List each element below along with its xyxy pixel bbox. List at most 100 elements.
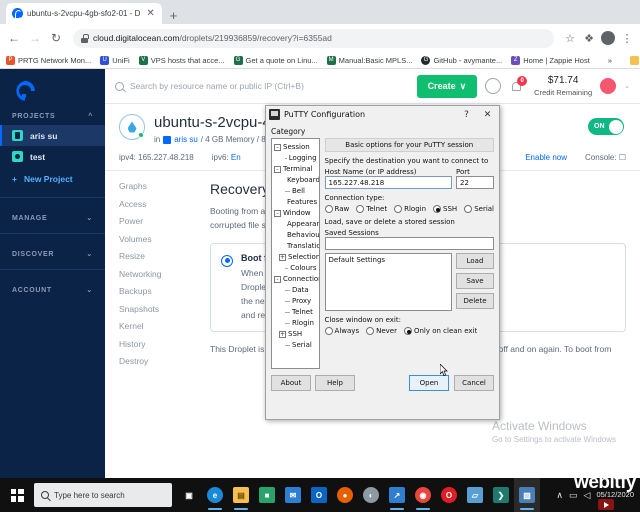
forward-icon[interactable]: → <box>27 30 43 46</box>
taskbar-search-input[interactable]: Type here to search <box>34 483 172 507</box>
tree-item-ssh[interactable]: + SSH <box>274 329 317 340</box>
putty-configuration-dialog[interactable]: PuTTY Configuration ? ✕ Category - Sessio… <box>265 105 500 420</box>
collapse-toggle-icon[interactable]: - <box>274 144 281 151</box>
taskbar-store-icon[interactable]: ■ <box>254 478 280 512</box>
session-list-item[interactable]: Default Settings <box>329 256 448 264</box>
nav-item-destroy[interactable]: Destroy <box>119 356 210 366</box>
enable-now-link[interactable]: Enable now <box>525 153 567 162</box>
tree-item-keyboard[interactable]: Keyboard <box>274 175 319 186</box>
tree-item-translation[interactable]: Translation <box>274 241 319 252</box>
nav-item-history[interactable]: History <box>119 339 210 349</box>
console-block[interactable]: Console: ☐ <box>585 153 626 162</box>
taskbar-edge-icon[interactable]: e <box>202 478 228 512</box>
sidebar-section-manage[interactable]: MANAGE ⌄ <box>0 204 105 227</box>
taskbar-firefox-icon[interactable]: ● <box>332 478 358 512</box>
expand-toggle-icon[interactable]: + <box>279 331 286 338</box>
saved-sessions-input[interactable] <box>324 237 494 250</box>
new-project-button[interactable]: + New Project <box>0 167 105 191</box>
save-button[interactable]: Save <box>456 273 494 289</box>
sidebar-section-discover[interactable]: DISCOVER ⌄ <box>0 240 105 263</box>
tree-item-session[interactable]: - Session <box>274 142 317 153</box>
collapse-toggle-icon[interactable]: - <box>274 210 281 217</box>
nav-item-backups[interactable]: Backups <box>119 286 210 296</box>
delete-button[interactable]: Delete <box>456 293 494 309</box>
tree-item-window[interactable]: - Window <box>274 208 317 219</box>
bookmark-item[interactable]: Z Home | Zappie Host <box>511 55 590 65</box>
close-icon[interactable]: ✕ <box>479 110 496 120</box>
taskbar-chrome-icon[interactable]: ◉ <box>410 478 436 512</box>
droplet-project-link[interactable]: aris su <box>174 135 198 144</box>
chrome-menu-icon[interactable]: ⋮ <box>620 31 634 45</box>
user-avatar[interactable] <box>600 78 617 94</box>
radio-serial[interactable]: Serial <box>464 205 494 213</box>
bookmark-item[interactable]: G Get a quote on Linu... <box>233 55 318 65</box>
taskbar-task-view-icon[interactable]: ▣ <box>176 478 202 512</box>
tree-item-selection[interactable]: + Selection <box>274 252 319 263</box>
browser-tab[interactable]: ubuntu-s-2vcpu-4gb-sfo2-01 - D ✕ <box>6 3 162 24</box>
tree-item-appearance[interactable]: Appearance <box>274 219 319 230</box>
chevron-down-icon[interactable]: ⌄ <box>624 82 630 90</box>
radio-always[interactable]: Always <box>324 327 359 335</box>
nav-item-access[interactable]: Access <box>119 199 210 209</box>
category-tree[interactable]: - Session Logging - Terminal Keyboard Bell… <box>271 138 320 369</box>
port-input[interactable]: 22 <box>456 176 494 189</box>
bookmark-item[interactable]: U UniFi <box>100 55 130 65</box>
back-icon[interactable]: ← <box>6 30 22 46</box>
nav-item-volumes[interactable]: Volumes <box>119 234 210 244</box>
open-button[interactable]: Open <box>409 375 449 391</box>
help-button[interactable]: Help <box>315 375 355 391</box>
taskbar-winscp-icon[interactable]: ↗ <box>384 478 410 512</box>
boot-option-radio[interactable] <box>221 254 233 267</box>
digitalocean-logo[interactable] <box>14 79 38 103</box>
taskbar-putty-icon[interactable]: ▧ <box>514 478 540 512</box>
address-bar[interactable]: cloud.digitalocean.com/droplets/21993685… <box>73 28 554 48</box>
collapse-toggle-icon[interactable]: - <box>274 276 281 283</box>
bookmark-star-icon[interactable]: ☆ <box>563 31 577 45</box>
tree-item-bell[interactable]: Bell <box>274 186 317 197</box>
create-button[interactable]: Create ∨ <box>416 74 478 98</box>
ipv6-enable-link[interactable]: En <box>231 153 241 162</box>
bookmark-item[interactable]: V VPS hosts that acce... <box>138 55 225 65</box>
about-button[interactable]: About <box>271 375 311 391</box>
sidebar-projects-header[interactable]: PROJECTS ^ <box>0 103 105 125</box>
tree-item-serial[interactable]: Serial <box>274 340 317 351</box>
tree-item-features[interactable]: Features <box>274 197 317 208</box>
radio-ssh[interactable]: SSH <box>433 205 457 213</box>
sidebar-section-account[interactable]: ACCOUNT ⌄ <box>0 276 105 299</box>
nav-item-kernel[interactable]: Kernel <box>119 321 210 331</box>
tree-item-data[interactable]: Data <box>274 285 317 296</box>
radio-telnet[interactable]: Telnet <box>356 205 387 213</box>
bookmarks-overflow-icon[interactable]: » <box>608 56 612 65</box>
tree-item-logging[interactable]: Logging <box>274 153 317 164</box>
bookmark-item[interactable]: P PRTG Network Mon... <box>6 55 91 65</box>
taskbar-notepad-icon[interactable]: ▱ <box>462 478 488 512</box>
help-icon[interactable] <box>485 78 502 94</box>
putty-titlebar[interactable]: PuTTY Configuration ? ✕ <box>266 106 499 123</box>
taskbar-file-explorer-icon[interactable]: ▤ <box>228 478 254 512</box>
nav-item-power[interactable]: Power <box>119 216 210 226</box>
nav-item-networking[interactable]: Networking <box>119 269 210 279</box>
radio-raw[interactable]: Raw <box>324 205 349 213</box>
power-toggle[interactable]: ON <box>588 118 624 135</box>
taskbar-outlook-icon[interactable]: O <box>306 478 332 512</box>
taskbar-opera-icon[interactable]: O <box>436 478 462 512</box>
radio-only-on-clean-exit[interactable]: Only on clean exit <box>403 327 477 335</box>
tree-item-connection[interactable]: - Connection <box>274 274 319 285</box>
radio-rlogin[interactable]: Rlogin <box>394 205 426 213</box>
sidebar-project-aris-su[interactable]: aris su <box>0 125 105 146</box>
saved-sessions-list[interactable]: Default Settings <box>324 253 452 311</box>
tree-item-behaviour[interactable]: Behaviour <box>274 230 319 241</box>
bookmark-item[interactable]: G GitHub - avymante... <box>421 55 502 65</box>
tree-item-rlogin[interactable]: Rlogin <box>274 318 317 329</box>
nav-item-graphs[interactable]: Graphs <box>119 181 210 191</box>
taskbar-mail-icon[interactable]: ✉ <box>280 478 306 512</box>
start-button[interactable] <box>0 478 34 512</box>
expand-toggle-icon[interactable]: + <box>279 254 286 261</box>
nav-item-snapshots[interactable]: Snapshots <box>119 304 210 314</box>
sidebar-project-test[interactable]: test <box>0 146 105 167</box>
extensions-icon[interactable]: ❖ <box>582 31 596 45</box>
reload-icon[interactable]: ↻ <box>48 30 64 46</box>
nav-item-resize[interactable]: Resize <box>119 251 210 261</box>
other-bookmarks-folder[interactable]: Other bookmarks <box>629 55 640 65</box>
cancel-button[interactable]: Cancel <box>454 375 494 391</box>
